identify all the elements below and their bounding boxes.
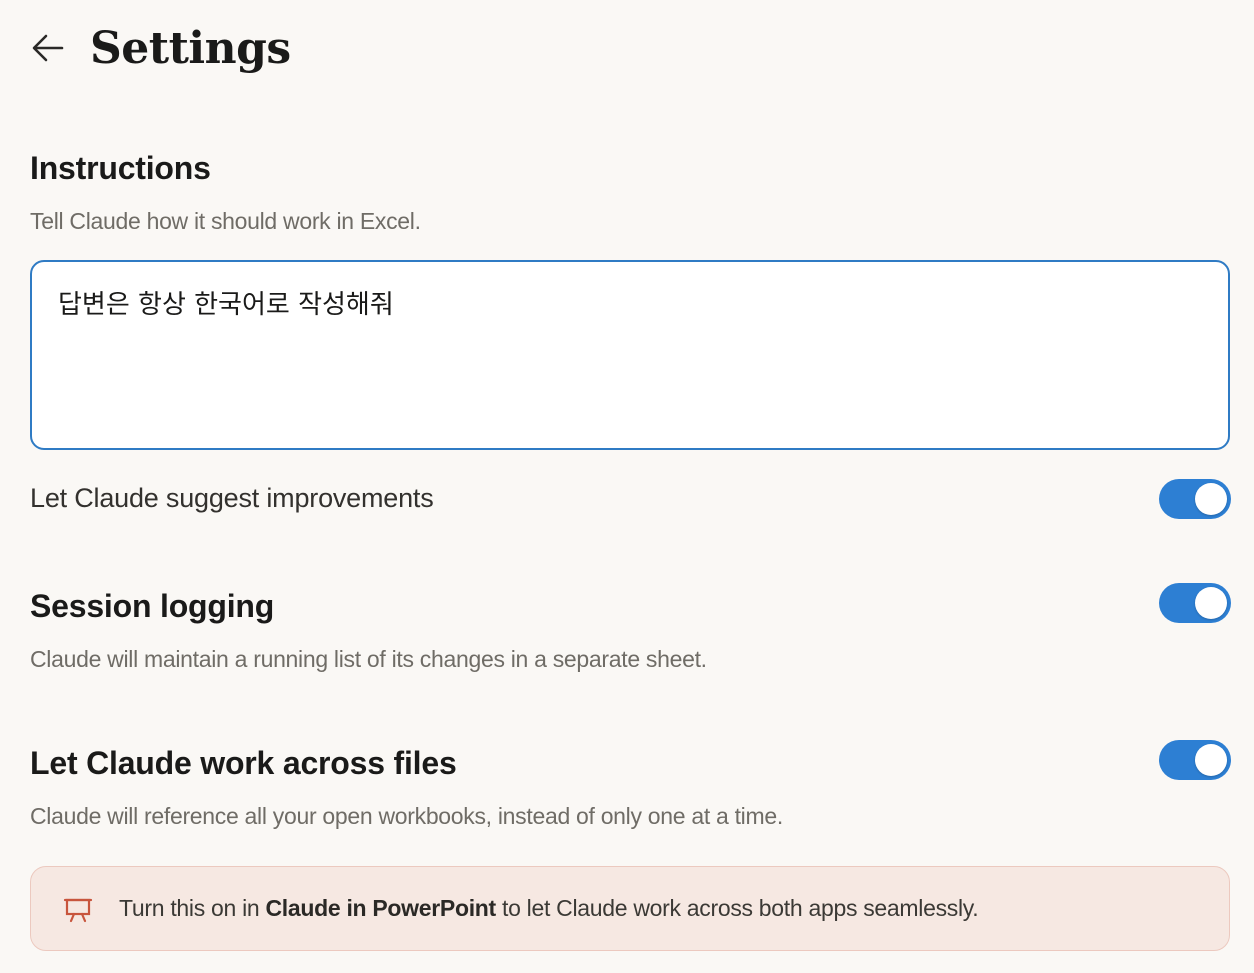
instructions-value: 답변은 항상 한국어로 작성해줘 xyxy=(58,290,394,320)
session-logging-toggle[interactable] xyxy=(1159,583,1231,623)
session-logging-description: Claude will maintain a running list of i… xyxy=(30,646,707,672)
page-title: Settings xyxy=(90,22,291,74)
notice-text-after: to let Claude work across both apps seam… xyxy=(495,895,979,921)
settings-page: Settings Instructions Tell Claude how it… xyxy=(0,0,1254,973)
notice-text-bold: Claude in PowerPoint xyxy=(265,895,496,921)
header: Settings xyxy=(30,18,291,78)
work-across-files-toggle[interactable] xyxy=(1159,740,1231,780)
presentation-icon xyxy=(63,894,93,924)
instructions-textarea[interactable]: 답변은 항상 한국어로 작성해줘 xyxy=(30,260,1230,450)
arrow-left-icon xyxy=(32,34,64,62)
work-across-files-title: Let Claude work across files xyxy=(30,745,457,781)
instructions-title: Instructions xyxy=(30,150,211,186)
back-button[interactable] xyxy=(28,28,68,68)
work-across-files-description: Claude will reference all your open work… xyxy=(30,803,783,829)
notice-text-before: Turn this on in xyxy=(119,895,266,921)
toggle-knob xyxy=(1195,744,1227,776)
toggle-knob xyxy=(1195,483,1227,515)
suggest-improvements-toggle[interactable] xyxy=(1159,479,1231,519)
toggle-knob xyxy=(1195,587,1227,619)
notice-text: Turn this on in Claude in PowerPoint to … xyxy=(119,895,979,922)
session-logging-title: Session logging xyxy=(30,588,275,624)
instructions-description: Tell Claude how it should work in Excel. xyxy=(30,208,421,234)
suggest-improvements-label: Let Claude suggest improvements xyxy=(30,483,434,513)
powerpoint-notice: Turn this on in Claude in PowerPoint to … xyxy=(30,866,1230,951)
